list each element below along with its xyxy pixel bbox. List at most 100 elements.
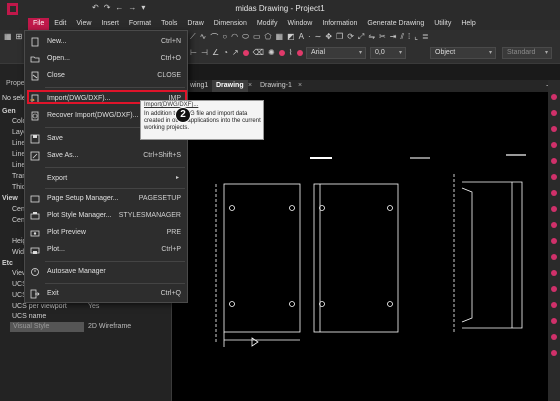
menu-item-close[interactable]: Close CLOSE: [25, 69, 187, 83]
pin-icon[interactable]: [551, 222, 557, 228]
explode-icon[interactable]: ✺: [268, 48, 275, 58]
ortho-icon[interactable]: ⊞: [16, 32, 23, 41]
copy-icon[interactable]: ❐: [336, 32, 343, 43]
pin-icon[interactable]: [551, 94, 557, 100]
menu-item-exit[interactable]: Exit Ctrl+Q: [25, 287, 187, 301]
circle-icon[interactable]: ○: [222, 32, 227, 43]
menu-tools[interactable]: Tools: [156, 18, 182, 30]
dim-radius-icon[interactable]: ◔: [223, 48, 228, 58]
region-icon[interactable]: ◩: [287, 32, 295, 43]
point-icon[interactable]: ·: [308, 32, 311, 43]
grid-icon[interactable]: ▦: [4, 32, 12, 41]
prop-section-view[interactable]: View: [2, 195, 18, 202]
menu-insert[interactable]: Insert: [96, 18, 124, 30]
menu-separator: [45, 283, 185, 284]
menu-format[interactable]: Format: [124, 18, 156, 30]
object-select[interactable]: Object ▾: [430, 47, 496, 59]
menu-item-plot-preview[interactable]: Plot Preview PRE: [25, 226, 187, 240]
tab-drawing-1[interactable]: Drawing-1: [256, 80, 296, 92]
polygon-icon[interactable]: ⬠: [265, 32, 272, 43]
pin-icon[interactable]: [551, 350, 557, 356]
pin-icon[interactable]: [551, 318, 557, 324]
spline-icon[interactable]: ∼: [315, 32, 322, 43]
menu-generate-drawing[interactable]: Generate Drawing: [362, 18, 429, 30]
pin-icon[interactable]: [551, 334, 557, 340]
pin-icon[interactable]: [551, 126, 557, 132]
prop-section-general[interactable]: Gen: [2, 108, 16, 115]
menu-bar: File Edit View Insert Format Tools Draw …: [0, 18, 560, 30]
layer-icon[interactable]: ≣: [422, 32, 429, 43]
menu-information[interactable]: Information: [317, 18, 362, 30]
pin-icon[interactable]: [551, 206, 557, 212]
pin-icon[interactable]: [551, 158, 557, 164]
document-tabs: wing1 Drawing × Drawing-1 × +: [172, 80, 560, 92]
menu-help[interactable]: Help: [456, 18, 480, 30]
text-size-select[interactable]: 0,0 ▾: [370, 47, 406, 59]
menu-item-open[interactable]: Open... Ctrl+O: [25, 52, 187, 66]
arc-icon[interactable]: ◠: [231, 32, 238, 43]
menu-edit[interactable]: Edit: [49, 18, 71, 30]
pin-icon[interactable]: [551, 110, 557, 116]
fillet-icon[interactable]: ⌞: [414, 32, 418, 43]
tab-drawing[interactable]: Drawing: [212, 80, 248, 92]
pin-icon[interactable]: [551, 286, 557, 292]
dim-aligned-icon[interactable]: ⊣: [201, 48, 208, 58]
offset-icon[interactable]: ⫽: [400, 32, 404, 43]
break-icon[interactable]: ⌇: [289, 48, 293, 58]
scale-icon[interactable]: ⤢: [358, 32, 364, 43]
pin-icon[interactable]: [551, 270, 557, 276]
prop-section-etc[interactable]: Etc: [2, 260, 13, 267]
ellipse-icon[interactable]: ⬭: [242, 32, 249, 43]
pin-icon[interactable]: [551, 254, 557, 260]
menu-item-export[interactable]: Export ▸: [25, 172, 187, 186]
standard-select[interactable]: Standard ▾: [502, 47, 552, 59]
pin-icon[interactable]: [551, 302, 557, 308]
hatch-icon[interactable]: ▦: [276, 32, 284, 43]
menu-item-autosave-manager[interactable]: Autosave Manager: [25, 265, 187, 279]
menu-item-new[interactable]: New... Ctrl+N: [25, 35, 187, 49]
menu-utility[interactable]: Utility: [429, 18, 456, 30]
menu-draw[interactable]: Draw: [182, 18, 208, 30]
leader-icon[interactable]: ↗: [232, 48, 239, 58]
menu-item-page-setup[interactable]: Page Setup Manager... PAGESETUP: [25, 192, 187, 206]
pin-icon[interactable]: [242, 50, 249, 56]
array-icon[interactable]: ⁞: [408, 32, 410, 43]
text-icon[interactable]: A: [299, 32, 304, 43]
menu-item-save-as[interactable]: Save As... Ctrl+Shift+S: [25, 149, 187, 163]
rectangle-icon[interactable]: ▭: [253, 32, 261, 43]
close-tab-icon[interactable]: ×: [298, 82, 302, 89]
extend-icon[interactable]: ⇥: [390, 32, 397, 43]
polyline-icon[interactable]: ⌒: [210, 32, 218, 43]
trim-icon[interactable]: ✂: [379, 32, 386, 43]
step-number-badge: 2: [175, 107, 191, 123]
menu-dimension[interactable]: Dimension: [209, 18, 252, 30]
pin-icon[interactable]: [551, 238, 557, 244]
curve-icon[interactable]: ∿: [200, 32, 207, 43]
menu-view[interactable]: View: [71, 18, 96, 30]
move-icon[interactable]: ✥: [325, 32, 332, 43]
font-select[interactable]: Arial ▾: [306, 47, 366, 59]
pin-icon[interactable]: [296, 50, 303, 56]
prop-ucs-per-viewport[interactable]: UCS per viewport: [12, 303, 67, 310]
pin-icon[interactable]: [278, 50, 285, 56]
menu-file[interactable]: File: [28, 18, 50, 30]
rotate-icon[interactable]: ⟳: [347, 32, 354, 43]
erase-icon[interactable]: ⌫: [253, 48, 264, 58]
pin-icon[interactable]: [551, 142, 557, 148]
menu-window[interactable]: Window: [282, 18, 317, 30]
dim-angular-icon[interactable]: ∠: [212, 48, 219, 58]
prop-ucs-name[interactable]: UCS name: [12, 313, 46, 320]
plot-icon: [30, 247, 40, 254]
menu-item-plot[interactable]: Plot... Ctrl+P: [25, 243, 187, 257]
menu-modify[interactable]: Modify: [252, 18, 283, 30]
close-tab-icon[interactable]: ×: [248, 82, 252, 89]
dim-linear-icon[interactable]: ⊢: [190, 48, 197, 58]
tab-drawing1[interactable]: wing1: [186, 80, 212, 92]
visual-style-value: 2D Wireframe: [88, 323, 132, 330]
pin-icon[interactable]: [551, 174, 557, 180]
mirror-icon[interactable]: ⇋: [368, 32, 375, 43]
line-icon[interactable]: ⟋: [190, 32, 196, 43]
menu-item-plot-style[interactable]: Plot Style Manager... STYLESMANAGER: [25, 209, 187, 223]
pin-icon[interactable]: [551, 190, 557, 196]
visual-style-row[interactable]: Visual Style 2D Wireframe: [10, 322, 170, 332]
